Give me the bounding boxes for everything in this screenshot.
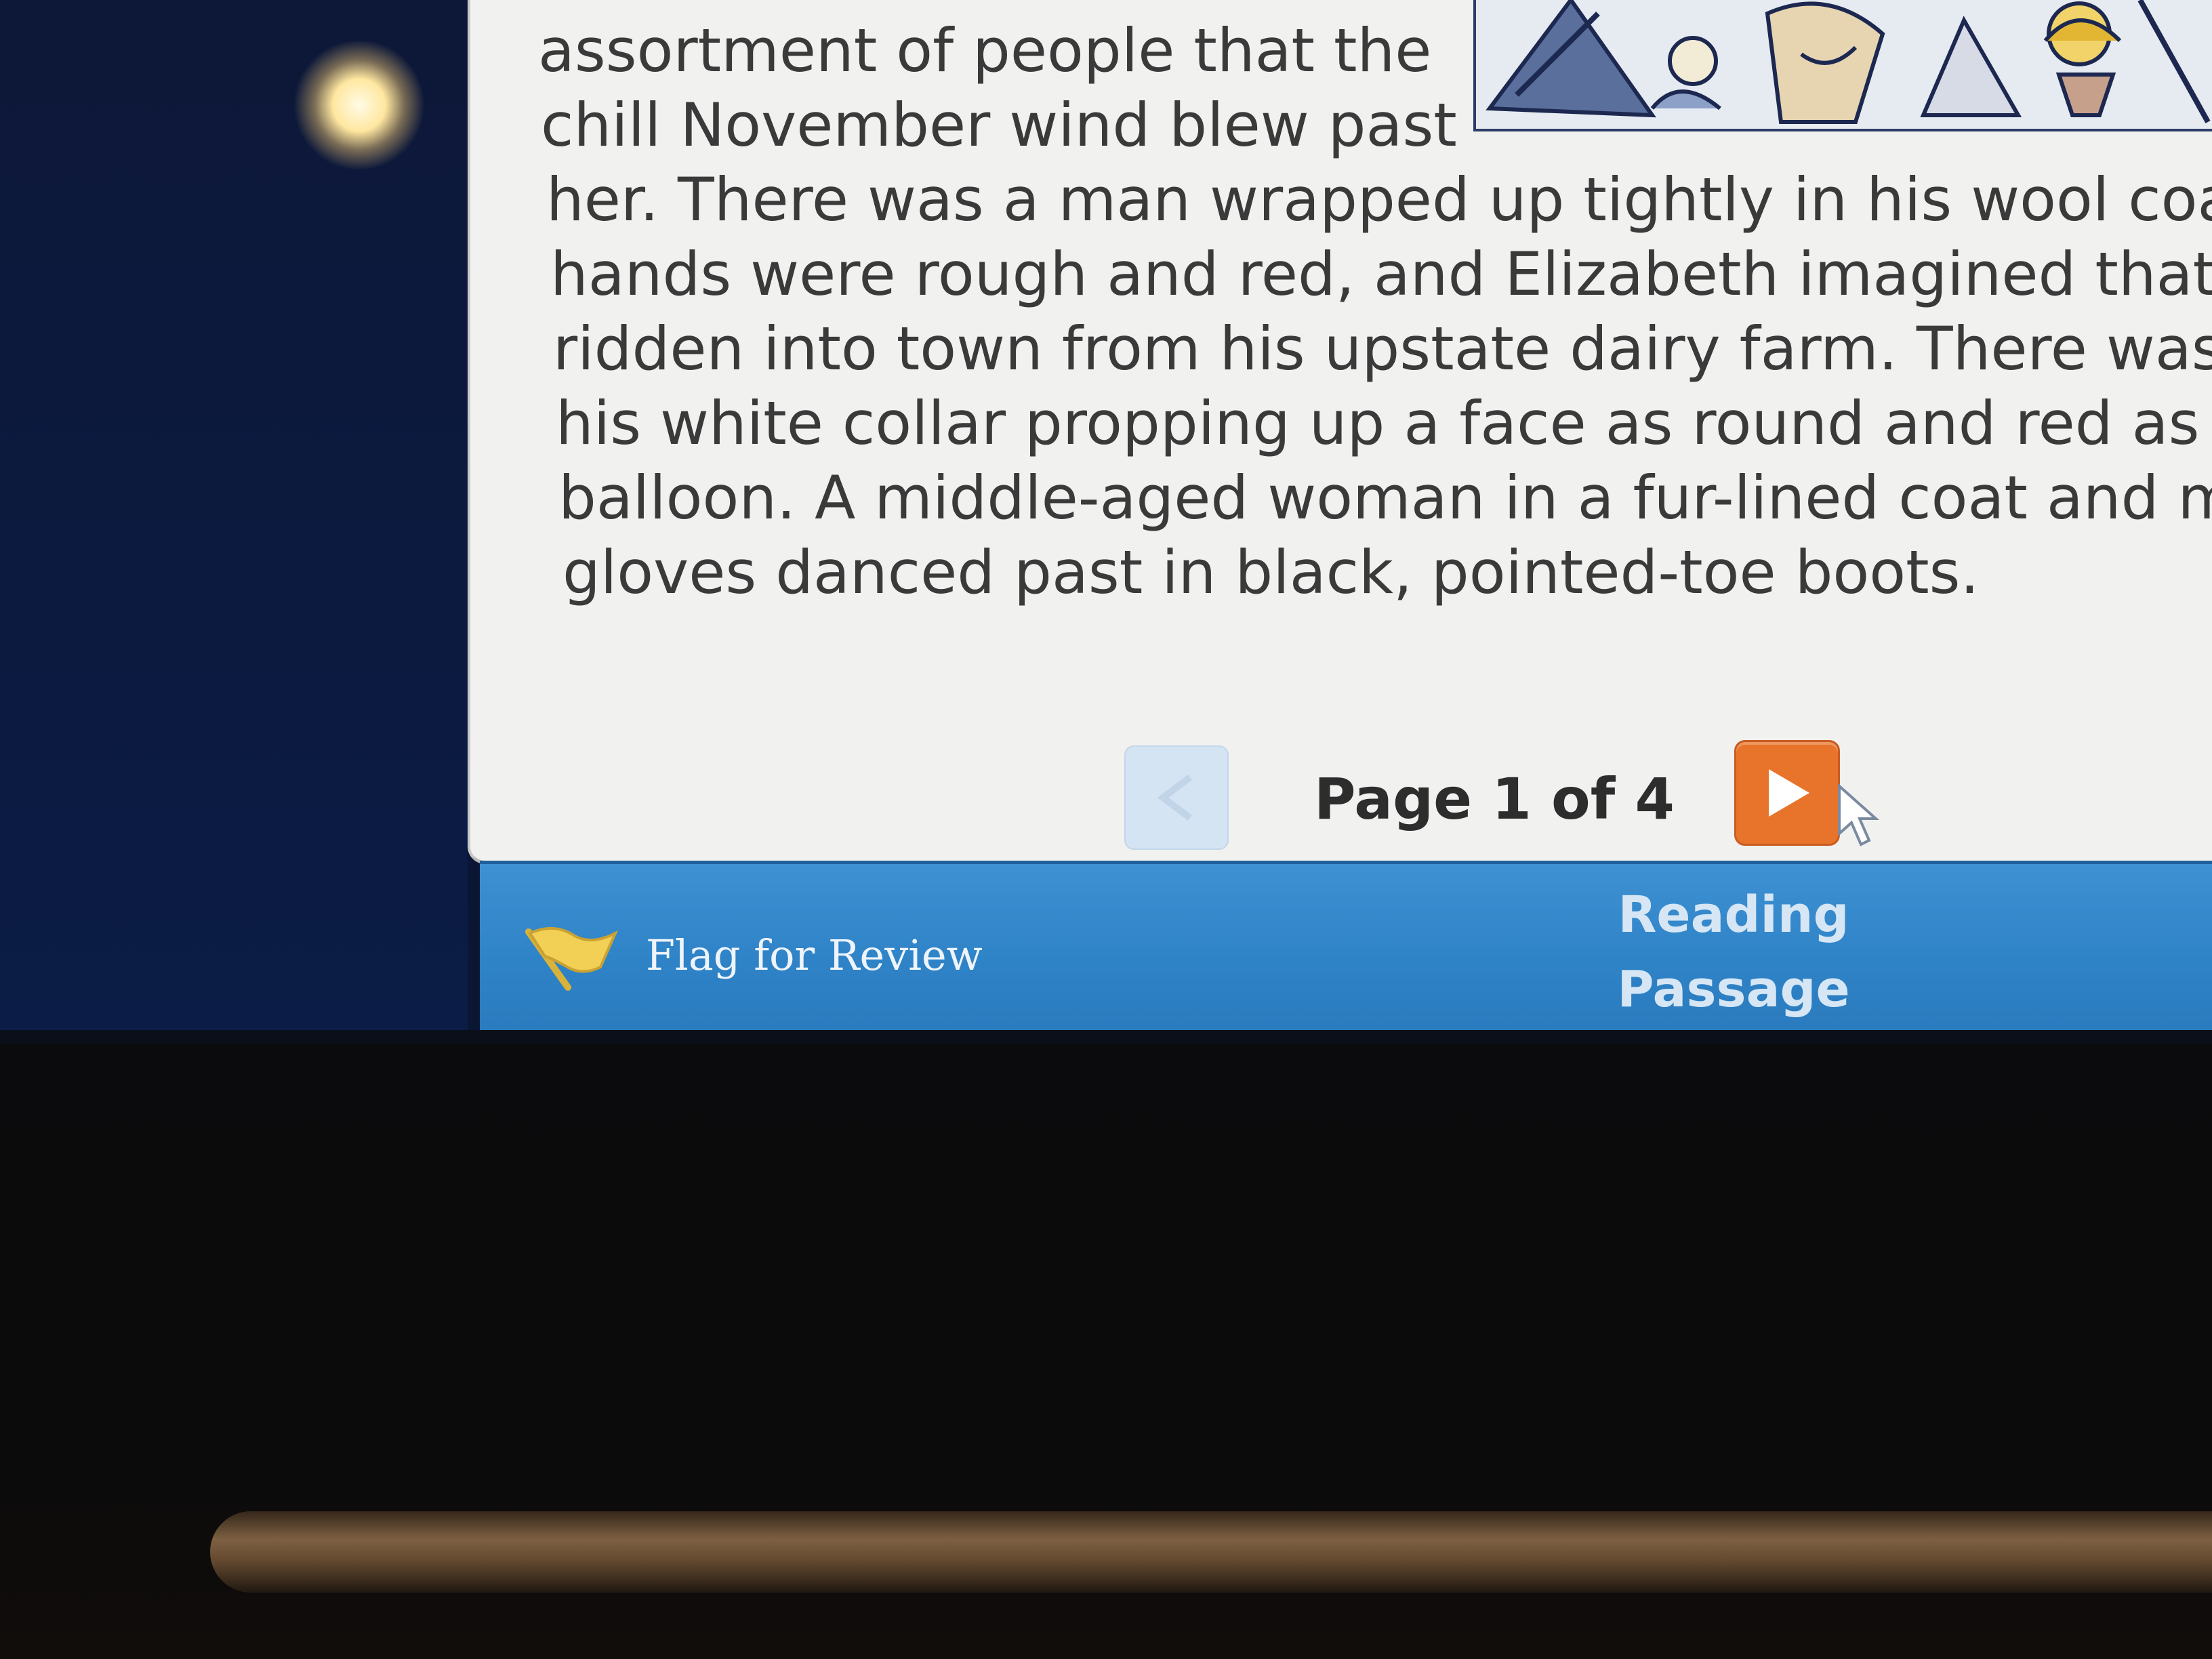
flag-for-review-button[interactable]: Flag for Review	[520, 918, 995, 993]
section-title: Reading Passage	[1617, 886, 1850, 1019]
section-info: Reading Passage Section 1	[1523, 878, 1944, 1044]
previous-arrow-icon	[1157, 775, 1192, 821]
passage-line: balloon. A middle-aged woman in a fur-li…	[558, 463, 2212, 533]
next-arrow-icon	[1769, 769, 1809, 817]
flag-icon	[525, 926, 619, 991]
bezel-reflection	[210, 1511, 2212, 1593]
footer-bar: Flag for Review Reading Passage Section …	[480, 861, 2212, 1044]
next-page-button[interactable]	[1734, 740, 1840, 846]
passage-line: assortment of people that the	[538, 16, 1432, 85]
passage-line: gloves danced past in black, pointed-toe…	[562, 537, 1980, 607]
page-indicator: Page 1 of 4	[1314, 766, 1675, 832]
pagination-bar: Page 1 of 4	[470, 725, 2212, 861]
monitor-screen: assortment of people that the chill Nove…	[0, 0, 2212, 1044]
previous-page-button[interactable]	[1124, 745, 1229, 850]
passage-line: hands were rough and red, and Elizabeth …	[550, 239, 2212, 309]
passage-line: his white collar propping up a face as r…	[556, 388, 2212, 458]
passage-line: chill November wind blew past	[541, 90, 1457, 160]
mouse-pointer-icon	[1838, 783, 1880, 846]
light-glare	[291, 41, 427, 169]
flag-for-review-label: Flag for Review	[646, 930, 983, 980]
passage-line: her. There was a man wrapped up tightly …	[546, 165, 2212, 234]
passage-line: ridden into town from his upstate dairy …	[553, 314, 2212, 384]
passage-text: assortment of people that the chill Nove…	[538, 14, 2212, 610]
reading-panel: assortment of people that the chill Nove…	[468, 0, 2212, 864]
